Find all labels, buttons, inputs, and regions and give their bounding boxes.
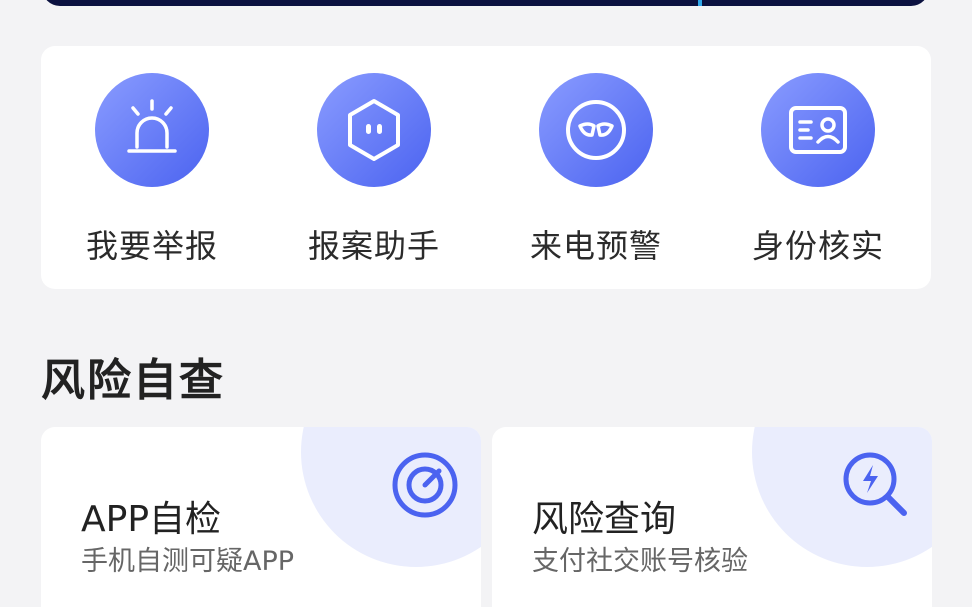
report-button[interactable]: 我要举报 xyxy=(41,46,263,289)
identity-verify-button[interactable]: 身份核实 xyxy=(707,46,929,289)
banner-accent-line xyxy=(926,0,929,6)
call-warning-icon-circle xyxy=(539,73,653,187)
banner-accent-line xyxy=(698,0,702,6)
search-lightning-icon xyxy=(843,452,907,516)
identity-verify-label: 身份核实 xyxy=(751,227,884,265)
card-subtitle: 手机自测可疑APP xyxy=(81,546,295,577)
mask-icon xyxy=(566,100,626,160)
section-title: 风险自查 xyxy=(41,355,225,406)
report-icon-circle xyxy=(95,73,209,187)
robot-assistant-icon xyxy=(348,99,400,161)
quick-actions-card: 我要举报 报案助手 来电预警 身份核实 xyxy=(41,46,931,289)
alarm-siren-icon xyxy=(127,99,177,153)
report-label: 我要举报 xyxy=(85,227,218,265)
call-warning-button[interactable]: 来电预警 xyxy=(485,46,707,289)
identity-verify-icon-circle xyxy=(761,73,875,187)
card-subtitle: 支付社交账号核验 xyxy=(532,546,748,577)
call-warning-label: 来电预警 xyxy=(529,227,662,265)
target-scan-icon xyxy=(392,452,458,518)
case-assistant-label: 报案助手 xyxy=(307,227,440,265)
app-page: 我要举报 报案助手 来电预警 身份核实 风险自查 APP自检 手机自测可疑APP… xyxy=(0,0,972,607)
card-title: APP自检 xyxy=(81,499,222,540)
app-self-check-card[interactable]: APP自检 手机自测可疑APP xyxy=(41,427,481,607)
card-title: 风险查询 xyxy=(532,499,677,540)
case-assistant-button[interactable]: 报案助手 xyxy=(263,46,485,289)
case-assistant-icon-circle xyxy=(317,73,431,187)
top-banner[interactable] xyxy=(42,0,929,6)
risk-query-card[interactable]: 风险查询 支付社交账号核验 xyxy=(492,427,932,607)
id-card-icon xyxy=(789,106,847,154)
